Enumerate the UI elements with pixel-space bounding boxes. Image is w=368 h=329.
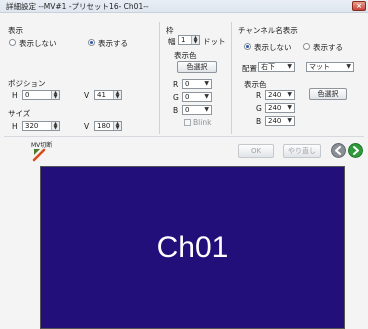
channel-name-position-select[interactable]: 右下 ▼	[258, 62, 295, 72]
size-v-spinner[interactable]: 180 ▲ ▼	[94, 121, 122, 131]
channel-name-g-label: G	[256, 104, 262, 113]
position-v-value: 41	[97, 91, 106, 99]
dropdown-arrow-icon: ▼	[287, 117, 292, 124]
dropdown-arrow-icon: ▼	[204, 80, 209, 87]
frame-g-label: G	[173, 93, 179, 102]
channel-name-g-select[interactable]: 240 ▼	[265, 103, 295, 113]
position-h-spinner[interactable]: 0 ▲ ▼	[22, 90, 60, 100]
position-h-value: 0	[25, 91, 30, 99]
position-header: ポジション	[8, 79, 46, 88]
display-panel: 表示 表示しない 表示する ポジション H 0 ▲ ▼ V 41 ▲ ▼ サイズ H…	[4, 22, 160, 134]
channel-name-hide-label: 表示しない	[254, 43, 292, 52]
dropdown-arrow-icon: ▼	[204, 93, 209, 100]
position-v-spinner[interactable]: 41 ▲ ▼	[94, 90, 122, 100]
channel-name-r-label: R	[256, 91, 262, 100]
size-h-label: H	[12, 122, 18, 131]
frame-header: 枠	[166, 26, 174, 35]
dropdown-arrow-icon: ▼	[287, 104, 292, 111]
channel-name-show-label: 表示する	[313, 43, 343, 52]
frame-width-spinner[interactable]: 1 ▲ ▼	[178, 35, 200, 45]
frame-r-value: 0	[185, 80, 190, 88]
frame-g-select[interactable]: 0 ▼	[182, 92, 212, 102]
frame-panel: 枠 幅 1 ▲ ▼ ドット 表示色 色選択 R 0 ▼ G 0 ▼ B 0 ▼ B…	[162, 22, 232, 134]
frame-display-color-label: 表示色	[174, 51, 197, 60]
frame-width-label: 幅	[168, 37, 176, 46]
dropdown-arrow-icon: ▼	[204, 106, 209, 113]
channel-name-b-label: B	[256, 117, 262, 126]
frame-g-value: 0	[185, 93, 190, 101]
frame-b-value: 0	[185, 106, 190, 114]
section-divider	[4, 136, 364, 137]
display-show-radio[interactable]	[88, 39, 95, 46]
channel-name-style-value: マット	[309, 63, 330, 71]
size-h-value: 320	[25, 122, 39, 130]
size-h-spinner[interactable]: 320 ▲ ▼	[22, 121, 60, 131]
detail-settings-window: 詳細設定 --MV#1 -プリセット16- Ch01-- × 表示 表示しない …	[0, 0, 368, 329]
channel-name-show-radio[interactable]	[303, 43, 310, 50]
channel-name-r-select[interactable]: 240 ▼	[265, 90, 295, 100]
frame-width-value: 1	[181, 36, 186, 44]
channel-name-panel: チャンネル名表示 表示しない 表示する 配置 右下 ▼ マット ▼ 表示色 R …	[234, 22, 362, 134]
spinner-arrows-icon[interactable]: ▲ ▼	[51, 91, 59, 100]
frame-b-label: B	[173, 106, 179, 115]
channel-name-hide-radio[interactable]	[244, 43, 251, 50]
channel-name-b-value: 240	[268, 117, 282, 125]
forward-arrow-icon[interactable]	[348, 143, 363, 158]
window-title: 詳細設定 --MV#1 -プリセット16- Ch01--	[6, 2, 149, 11]
display-hide-label: 表示しない	[19, 39, 57, 48]
dropdown-arrow-icon: ▼	[287, 63, 292, 70]
position-h-label: H	[12, 91, 18, 100]
channel-name-color-label: 表示色	[244, 80, 267, 89]
frame-blink-label: Blink	[193, 118, 212, 127]
channel-name-position-value: 右下	[261, 63, 275, 71]
size-v-value: 180	[97, 122, 111, 130]
frame-r-label: R	[173, 80, 179, 89]
mv-disconnect-icon[interactable]	[32, 148, 48, 162]
channel-name-style-select[interactable]: マット ▼	[306, 62, 354, 72]
display-header: 表示	[8, 26, 23, 35]
spinner-arrows-icon[interactable]: ▲ ▼	[113, 91, 121, 100]
frame-r-select[interactable]: 0 ▼	[182, 79, 212, 89]
undo-button[interactable]: やり直し	[283, 144, 321, 158]
frame-b-select[interactable]: 0 ▼	[182, 105, 212, 115]
preview-channel-name: Ch01	[156, 231, 229, 264]
size-v-label: V	[84, 122, 90, 131]
position-v-label: V	[84, 91, 90, 100]
frame-color-select-button[interactable]: 色選択	[177, 61, 217, 73]
ok-button[interactable]: OK	[238, 144, 274, 158]
channel-name-header: チャンネル名表示	[238, 26, 298, 35]
dropdown-arrow-icon: ▼	[287, 91, 292, 98]
channel-name-b-select[interactable]: 240 ▼	[265, 116, 295, 126]
spinner-arrows-icon[interactable]: ▲ ▼	[191, 36, 199, 45]
channel-name-color-select-button[interactable]: 色選択	[309, 88, 347, 100]
title-bar: 詳細設定 --MV#1 -プリセット16- Ch01-- ×	[0, 0, 368, 13]
channel-name-position-label: 配置	[242, 64, 257, 73]
close-button[interactable]: ×	[352, 1, 366, 11]
frame-blink-checkbox[interactable]	[184, 119, 191, 126]
spinner-arrows-icon[interactable]: ▲ ▼	[51, 122, 59, 131]
spinner-arrows-icon[interactable]: ▲ ▼	[113, 122, 121, 131]
back-arrow-icon[interactable]	[331, 143, 346, 158]
channel-preview: Ch01	[40, 166, 345, 329]
size-header: サイズ	[8, 109, 31, 118]
dropdown-arrow-icon: ▼	[346, 63, 351, 70]
display-hide-radio[interactable]	[9, 39, 16, 46]
display-show-label: 表示する	[98, 39, 128, 48]
channel-name-r-value: 240	[268, 91, 282, 99]
frame-unit-label: ドット	[203, 37, 226, 46]
channel-name-g-value: 240	[268, 104, 282, 112]
